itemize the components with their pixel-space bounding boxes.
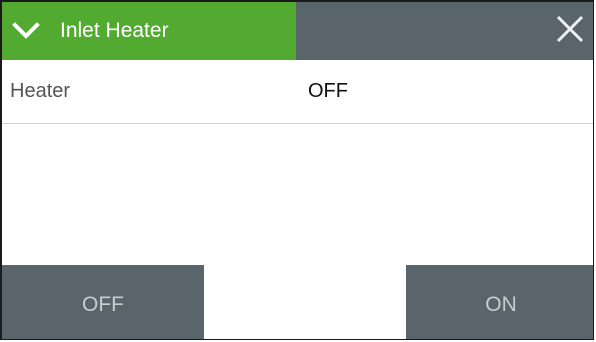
inlet-heater-panel: Inlet Heater Heater OFF OFF ON: [0, 0, 594, 340]
close-button[interactable]: [547, 2, 593, 60]
header-bar: [296, 2, 593, 60]
heater-status-value: OFF: [308, 80, 348, 102]
heater-row: Heater OFF: [2, 60, 593, 124]
on-button[interactable]: ON: [406, 265, 593, 339]
on-button-label: ON: [485, 293, 517, 316]
panel-header: Inlet Heater: [2, 2, 593, 60]
collapse-toggle[interactable]: Inlet Heater: [2, 2, 296, 60]
off-button[interactable]: OFF: [2, 265, 204, 339]
panel-title: Inlet Heater: [60, 19, 169, 42]
heater-label: Heater: [10, 80, 71, 102]
off-button-label: OFF: [82, 293, 124, 316]
close-icon: [555, 14, 585, 49]
chevron-down-icon: [12, 21, 40, 41]
